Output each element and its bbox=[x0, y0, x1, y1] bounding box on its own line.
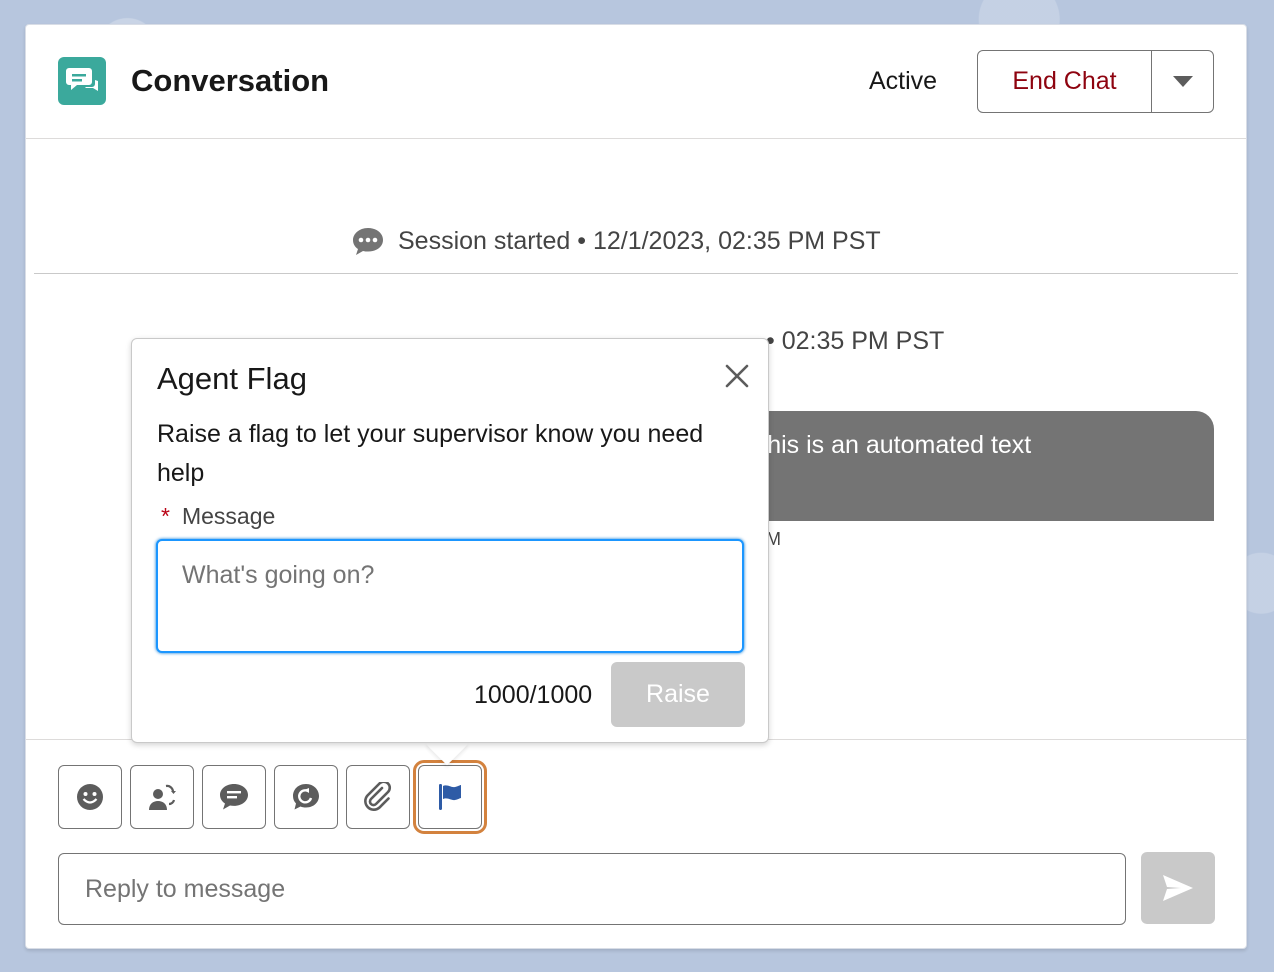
quick-text-icon bbox=[220, 784, 248, 810]
agent-flag-popover: Agent Flag Raise a flag to let your supe… bbox=[131, 338, 769, 743]
message-textarea[interactable] bbox=[156, 539, 744, 653]
status-text: Active bbox=[869, 67, 938, 95]
conversation-header: Conversation Active End Chat bbox=[26, 25, 1246, 139]
message-label: * Message bbox=[161, 503, 275, 530]
required-marker: * bbox=[161, 503, 170, 529]
flag-icon bbox=[439, 784, 461, 810]
session-started-text: Session started • 12/1/2023, 02:35 PM PS… bbox=[398, 226, 881, 255]
end-chat-button-group: End Chat bbox=[977, 50, 1214, 113]
popover-description: Raise a flag to let your supervisor know… bbox=[157, 420, 704, 487]
popover-title: Agent Flag bbox=[157, 361, 307, 396]
end-chat-menu-button[interactable] bbox=[1152, 51, 1213, 112]
page-title: Conversation bbox=[131, 63, 330, 98]
send-icon bbox=[1163, 875, 1193, 901]
raise-button[interactable]: Raise bbox=[611, 662, 745, 727]
transfer-icon bbox=[149, 784, 176, 810]
transfer-button[interactable] bbox=[130, 765, 194, 829]
agent-joined-time: • 02:35 PM PST bbox=[766, 327, 945, 355]
close-button[interactable] bbox=[722, 361, 752, 391]
close-icon bbox=[725, 364, 749, 388]
message-text: y! This is an automated text bbox=[726, 431, 1032, 459]
end-chat-button[interactable]: End Chat bbox=[978, 51, 1152, 112]
chevron-down-icon bbox=[1172, 75, 1193, 87]
character-count: 1000/1000 bbox=[474, 681, 593, 709]
attachment-icon bbox=[364, 782, 391, 811]
chat-bubble-icon bbox=[353, 228, 383, 255]
attachment-button[interactable] bbox=[346, 765, 410, 829]
reply-input[interactable] bbox=[58, 853, 1126, 925]
session-started-row: Session started • 12/1/2023, 02:35 PM PS… bbox=[352, 223, 881, 259]
conversation-app-icon bbox=[58, 57, 106, 105]
emoji-button[interactable] bbox=[58, 765, 122, 829]
divider bbox=[34, 273, 1238, 274]
consult-button[interactable] bbox=[274, 765, 338, 829]
emoji-icon bbox=[77, 784, 103, 810]
composer-toolbar bbox=[58, 760, 487, 834]
flag-button[interactable] bbox=[413, 760, 487, 834]
quick-text-button[interactable] bbox=[202, 765, 266, 829]
send-button[interactable] bbox=[1141, 852, 1215, 924]
consult-icon bbox=[293, 784, 319, 810]
message-label-text: Message bbox=[181, 503, 276, 529]
